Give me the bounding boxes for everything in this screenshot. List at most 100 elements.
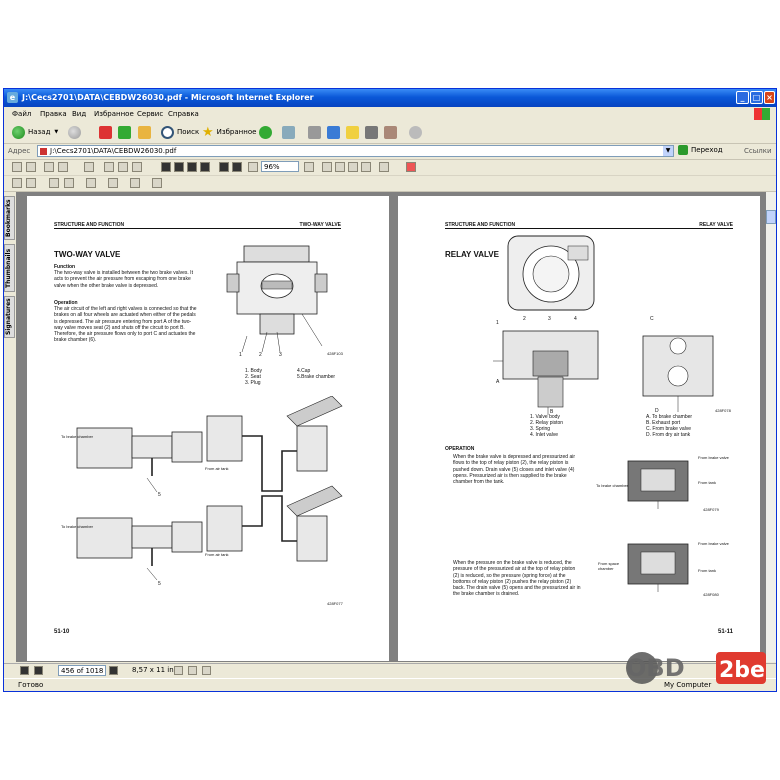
pdf-icon (40, 148, 47, 155)
refresh-button[interactable] (118, 124, 131, 140)
tab-signatures[interactable]: Signatures (4, 296, 15, 338)
search-button[interactable]: Поиск (161, 124, 199, 140)
folder-button[interactable] (346, 124, 359, 140)
fit-width-icon[interactable] (348, 162, 358, 172)
ie-toolbar: Назад ▼ Поиск ★ Избранное (4, 121, 776, 144)
zoom-in-icon[interactable] (118, 162, 128, 172)
media-button[interactable] (259, 124, 272, 140)
help-icon[interactable] (406, 162, 416, 172)
find-icon[interactable] (132, 162, 142, 172)
menu-help[interactable]: Справка (168, 110, 199, 118)
address-label: Адрес (8, 147, 31, 155)
undo-icon[interactable] (58, 162, 68, 172)
actual-size-icon[interactable] (322, 162, 332, 172)
next-page-icon[interactable] (187, 162, 197, 172)
page1-legend-3: 3. Plug (245, 380, 261, 386)
tab-thumbnails[interactable]: Thumbnails (4, 244, 15, 292)
go-arrow-icon (678, 145, 688, 155)
continuous-icon[interactable] (188, 666, 197, 675)
menu-tools[interactable]: Сервис (137, 110, 163, 118)
maximize-button[interactable]: □ (750, 91, 763, 104)
minimize-button[interactable]: _ (736, 91, 749, 104)
page1-fig-code1: 428F103 (327, 351, 343, 356)
hand-tool-icon[interactable] (104, 162, 114, 172)
rotate-icon[interactable] (361, 162, 371, 172)
close-button[interactable]: × (764, 91, 775, 104)
messenger-button[interactable] (365, 124, 378, 140)
menu-view[interactable]: Вид (72, 110, 86, 118)
single-page-icon[interactable] (174, 666, 183, 675)
menu-edit[interactable]: Правка (40, 110, 67, 118)
back-button[interactable]: Назад ▼ (12, 124, 58, 140)
next-view-icon[interactable] (232, 162, 242, 172)
forward-button[interactable] (68, 124, 81, 140)
title-bar[interactable]: e J:\Cecs2701\DATA\CEBDW26030.pdf - Micr… (4, 89, 776, 107)
page-number-field[interactable]: 456 of 1018 (58, 665, 106, 676)
hand-icon[interactable] (12, 178, 22, 188)
prev-page-icon[interactable] (174, 162, 184, 172)
prev-page-button[interactable] (34, 666, 43, 675)
vertical-scrollbar[interactable] (766, 192, 776, 662)
research-button[interactable] (384, 124, 397, 140)
text-select-icon[interactable] (49, 178, 59, 188)
tab-bookmarks[interactable]: Bookmarks (4, 196, 15, 240)
status-text: Готово (18, 681, 44, 689)
two-way-valve-drawing (226, 245, 328, 353)
page1-label-from-tank-1: From air tank (205, 466, 229, 471)
acrobat-toolbar-1: 96% (4, 160, 776, 176)
page1-label-from-tank-2: From air tank (205, 552, 229, 557)
address-dropdown-icon[interactable]: ▼ (663, 146, 673, 156)
menu-favorites[interactable]: Избранное (94, 110, 134, 118)
facing-icon[interactable] (202, 666, 211, 675)
select-icon[interactable] (84, 162, 94, 172)
print-pdf-icon[interactable] (26, 162, 36, 172)
document-area[interactable]: STRUCTURE AND FUNCTION TWO-WAY VALVE TWO… (16, 192, 766, 662)
first-page-icon[interactable] (161, 162, 171, 172)
read-icon[interactable] (379, 162, 389, 172)
note-icon[interactable] (86, 178, 96, 188)
fit-page-icon[interactable] (335, 162, 345, 172)
folder-icon (346, 125, 359, 139)
relay-valve-section (493, 330, 599, 415)
prev-view-icon[interactable] (219, 162, 229, 172)
menu-bar: Файл Правка Вид Избранное Сервис Справка (4, 107, 776, 122)
page2-callout-4: 4 (574, 316, 577, 322)
obd2be-watermark-logo: OBD 2be (626, 652, 766, 684)
address-input[interactable]: J:\Cecs2701\DATA\CEBDW26030.pdf ▼ (37, 145, 674, 157)
search-label: Поиск (177, 128, 200, 136)
mail-button[interactable] (282, 124, 295, 140)
zoom-tool-icon[interactable] (26, 178, 36, 188)
page2-label-from-brake2: From brake valve (698, 541, 729, 546)
snapshot-icon[interactable] (64, 178, 74, 188)
next-page-button[interactable] (109, 666, 118, 675)
print-button[interactable] (308, 124, 321, 140)
settings-button[interactable] (409, 124, 422, 140)
first-page-button[interactable] (20, 666, 29, 675)
favorites-button[interactable]: ★ Избранное (202, 124, 256, 140)
stamp-icon[interactable] (130, 178, 140, 188)
zoom-field[interactable]: 96% (261, 161, 299, 172)
links-button[interactable]: Ссылки (744, 147, 772, 155)
go-button[interactable]: Переход (678, 145, 723, 155)
page2-legend-4: 4. Inlet valve (530, 432, 559, 438)
page2-op-text1: When the brake valve is depressed and pr… (453, 454, 576, 486)
page2-callout-3: 3 (548, 316, 551, 322)
home-button[interactable] (138, 124, 151, 140)
page2-label-from-tank2: From tank (698, 568, 717, 573)
page2-operation-head: OPERATION (445, 446, 475, 452)
page1-title: TWO-WAY VALVE (54, 250, 121, 259)
scrollbar-thumb[interactable] (766, 210, 776, 224)
menu-file[interactable]: Файл (12, 110, 31, 118)
page2-header-rule (445, 228, 733, 229)
save-icon[interactable] (12, 162, 22, 172)
pencil-icon[interactable] (108, 178, 118, 188)
edit-button[interactable] (327, 124, 340, 140)
sign-icon[interactable] (152, 178, 162, 188)
zoom-out-icon[interactable] (248, 162, 258, 172)
zoom-plus-icon[interactable] (304, 162, 314, 172)
copy-icon[interactable] (44, 162, 54, 172)
last-page-icon[interactable] (200, 162, 210, 172)
page1-operation-text: The air circuit of the left and right va… (54, 306, 197, 344)
page2-callout-c: C (650, 316, 654, 322)
stop-button[interactable] (99, 124, 112, 140)
